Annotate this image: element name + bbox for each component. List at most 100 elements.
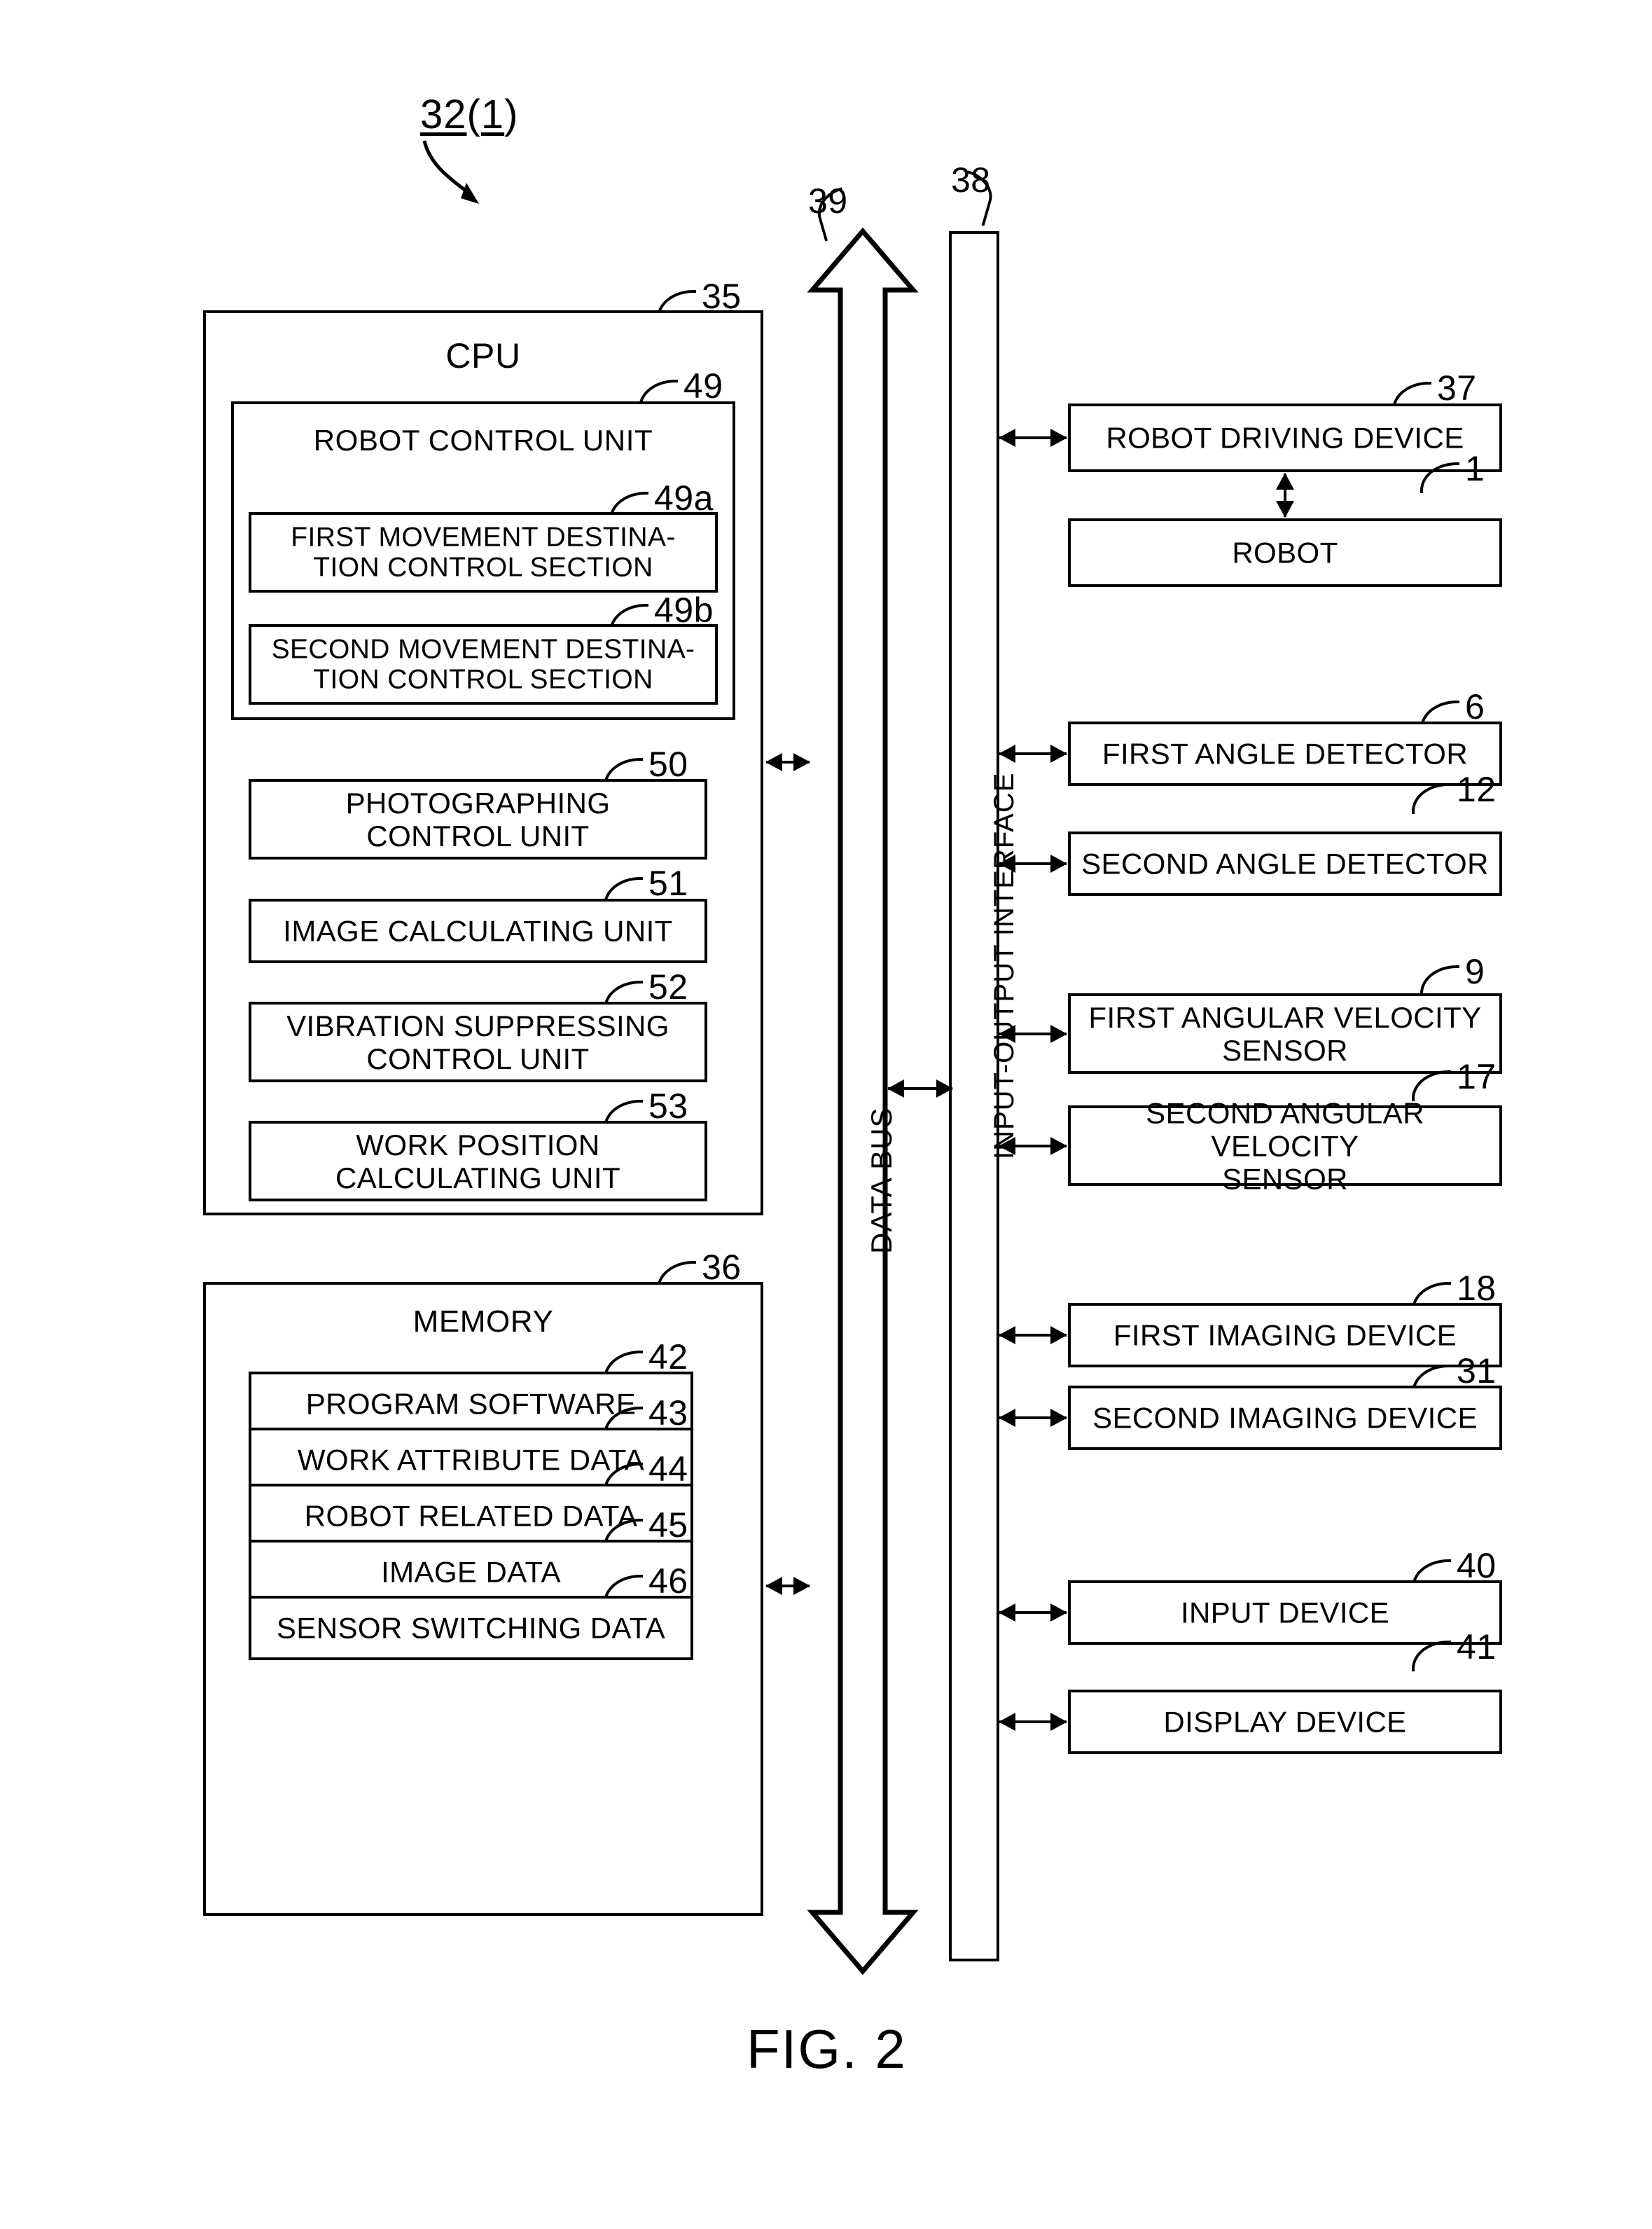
- memory-title: MEMORY: [412, 1304, 554, 1339]
- ref-number-39: 39: [808, 181, 848, 221]
- second-angular-velocity-sensor-label: SECOND ANGULAR VELOCITY SENSOR: [1071, 1096, 1499, 1195]
- io-to-first-imaging-device-connector: [999, 1326, 1067, 1344]
- photographing-control-unit-box: PHOTOGRAPHING CONTROL UNIT: [249, 779, 707, 860]
- ref-leader-41: [1412, 1641, 1451, 1671]
- label-line-2: CONTROL UNIT: [366, 1042, 590, 1075]
- first-movement-destination-control-section-box: FIRST MOVEMENT DESTINA- TION CONTROL SEC…: [249, 512, 718, 593]
- vibration-suppressing-control-unit-box: VIBRATION SUPPRESSING CONTROL UNIT: [249, 1002, 707, 1082]
- first-imaging-device-box: FIRST IMAGING DEVICE: [1068, 1303, 1502, 1367]
- ref-number-6: 6: [1465, 687, 1485, 726]
- io-to-second-angle-detector-connector: [999, 855, 1067, 873]
- robot-driving-device-to-robot-connector: [1276, 473, 1294, 518]
- second-angular-velocity-sensor-box: SECOND ANGULAR VELOCITY SENSOR: [1068, 1096, 1502, 1195]
- second-movement-destination-control-section-label: SECOND MOVEMENT DESTINA- TION CONTROL SE…: [251, 634, 715, 695]
- robot-box: ROBOT: [1068, 518, 1502, 587]
- label-line-1: PHOTOGRAPHING: [345, 786, 611, 820]
- sensor-switching-data-box: SENSOR SWITCHING DATA: [249, 1596, 693, 1660]
- first-angular-velocity-sensor-label: FIRST ANGULAR VELOCITY SENSOR: [1071, 1000, 1499, 1066]
- ref-number-49a: 49a: [654, 478, 714, 518]
- second-imaging-device-box: SECOND IMAGING DEVICE: [1068, 1386, 1502, 1450]
- figure-caption: FIG. 2: [747, 2018, 907, 2080]
- second-angle-detector-box: SECOND ANGLE DETECTOR: [1068, 831, 1502, 896]
- label-line-1: FIRST MOVEMENT DESTINA-: [291, 521, 676, 552]
- label-line-2: CALCULATING UNIT: [335, 1161, 620, 1194]
- cpu-to-databus-connector: [765, 753, 810, 771]
- ref-number-52: 52: [648, 967, 688, 1007]
- memory-to-databus-connector: [765, 1577, 810, 1595]
- ref-number-37: 37: [1437, 368, 1477, 408]
- io-interface-label: INPUT-OUTPUT INTERFACE: [989, 772, 1020, 1159]
- work-position-calculating-unit-label: WORK POSITION CALCULATING UNIT: [251, 1128, 704, 1194]
- ref-number-40: 40: [1457, 1546, 1497, 1585]
- label-line-2: TION CONTROL SECTION: [313, 552, 653, 583]
- figure-canvas: 32(1) 35 CPU 49 ROBOT CONTROL UNIT 49a F…: [0, 0, 1652, 2229]
- sensor-switching-data-label: SENSOR SWITCHING DATA: [276, 1611, 666, 1645]
- system-reference-tag: 32(1): [420, 91, 518, 138]
- databus-to-io-connector: [887, 1079, 953, 1098]
- label-line-2: SENSOR: [1222, 1162, 1348, 1196]
- input-device-box: INPUT DEVICE: [1068, 1580, 1502, 1645]
- robot-driving-device-box: ROBOT DRIVING DEVICE: [1068, 403, 1502, 472]
- io-to-input-device-connector: [999, 1603, 1067, 1622]
- robot-driving-device-label: ROBOT DRIVING DEVICE: [1106, 421, 1464, 455]
- label-line-1: VIBRATION SUPPRESSING: [286, 1009, 669, 1042]
- cpu-title: CPU: [445, 336, 521, 375]
- ref-number-12: 12: [1457, 770, 1497, 809]
- ref-number-50: 50: [648, 745, 688, 784]
- io-to-display-device-connector: [999, 1713, 1067, 1731]
- ref-number-9: 9: [1465, 952, 1485, 991]
- data-bus-label: DATA BUS: [865, 1107, 898, 1255]
- ref-number-36: 36: [702, 1248, 742, 1287]
- ref-number-17: 17: [1457, 1057, 1497, 1096]
- system-ref-paren-open: (: [466, 92, 481, 137]
- robot-control-unit-title: ROBOT CONTROL UNIT: [313, 424, 653, 457]
- work-position-calculating-unit-box: WORK POSITION CALCULATING UNIT: [249, 1121, 707, 1201]
- system-ref-main: 32: [420, 92, 467, 137]
- ref-leader-9: [1420, 965, 1459, 996]
- ref-number-31: 31: [1457, 1351, 1497, 1390]
- ref-number-18: 18: [1457, 1269, 1497, 1308]
- ref-leader-12: [1412, 783, 1451, 814]
- display-device-label: DISPLAY DEVICE: [1163, 1705, 1407, 1739]
- io-to-first-angle-detector-connector: [999, 745, 1067, 763]
- image-calculating-unit-box: IMAGE CALCULATING UNIT: [249, 899, 707, 963]
- system-ref-sub: 1: [480, 92, 505, 137]
- second-movement-destination-control-section-box: SECOND MOVEMENT DESTINA- TION CONTROL SE…: [249, 624, 718, 705]
- label-line-2: TION CONTROL SECTION: [313, 664, 653, 695]
- data-bus-arrow: [807, 226, 919, 1977]
- system-ref-paren-close: ): [504, 92, 519, 137]
- io-to-first-angular-velocity-sensor-connector: [999, 1025, 1067, 1043]
- ref-number-49: 49: [683, 366, 723, 406]
- vibration-suppressing-control-unit-label: VIBRATION SUPPRESSING CONTROL UNIT: [251, 1009, 704, 1075]
- ref-number-41: 41: [1457, 1627, 1497, 1666]
- first-angle-detector-box: FIRST ANGLE DETECTOR: [1068, 722, 1502, 786]
- second-angle-detector-label: SECOND ANGLE DETECTOR: [1081, 847, 1489, 881]
- label-line-2: CONTROL UNIT: [366, 819, 590, 853]
- label-line-1: FIRST ANGULAR VELOCITY: [1088, 1000, 1482, 1034]
- system-pointer-arrow: [422, 140, 479, 204]
- ref-number-43: 43: [648, 1393, 688, 1433]
- ref-number-46: 46: [648, 1561, 688, 1601]
- ref-number-1: 1: [1465, 449, 1485, 488]
- first-angular-velocity-sensor-box: FIRST ANGULAR VELOCITY SENSOR: [1068, 993, 1502, 1074]
- second-imaging-device-label: SECOND IMAGING DEVICE: [1092, 1401, 1478, 1435]
- input-device-label: INPUT DEVICE: [1180, 1596, 1390, 1629]
- ref-number-42: 42: [648, 1337, 688, 1376]
- ref-number-45: 45: [648, 1505, 688, 1545]
- io-to-second-angular-velocity-sensor-connector: [999, 1137, 1067, 1155]
- io-to-second-imaging-device-connector: [999, 1409, 1067, 1427]
- label-line-2: SENSOR: [1222, 1033, 1348, 1067]
- first-movement-destination-control-section-label: FIRST MOVEMENT DESTINA- TION CONTROL SEC…: [251, 522, 715, 583]
- first-imaging-device-label: FIRST IMAGING DEVICE: [1113, 1318, 1457, 1352]
- ref-number-35: 35: [702, 277, 742, 316]
- first-angle-detector-label: FIRST ANGLE DETECTOR: [1102, 737, 1469, 771]
- robot-label: ROBOT: [1232, 536, 1338, 570]
- label-line-1: WORK POSITION: [356, 1128, 600, 1161]
- ref-number-53: 53: [648, 1086, 688, 1126]
- photographing-control-unit-label: PHOTOGRAPHING CONTROL UNIT: [251, 786, 704, 852]
- io-to-robot-driving-device-connector: [999, 429, 1067, 447]
- ref-number-51: 51: [648, 864, 688, 903]
- display-device-box: DISPLAY DEVICE: [1068, 1690, 1502, 1754]
- label-line-1: SECOND MOVEMENT DESTINA-: [271, 633, 695, 664]
- ref-number-49b: 49b: [654, 591, 714, 630]
